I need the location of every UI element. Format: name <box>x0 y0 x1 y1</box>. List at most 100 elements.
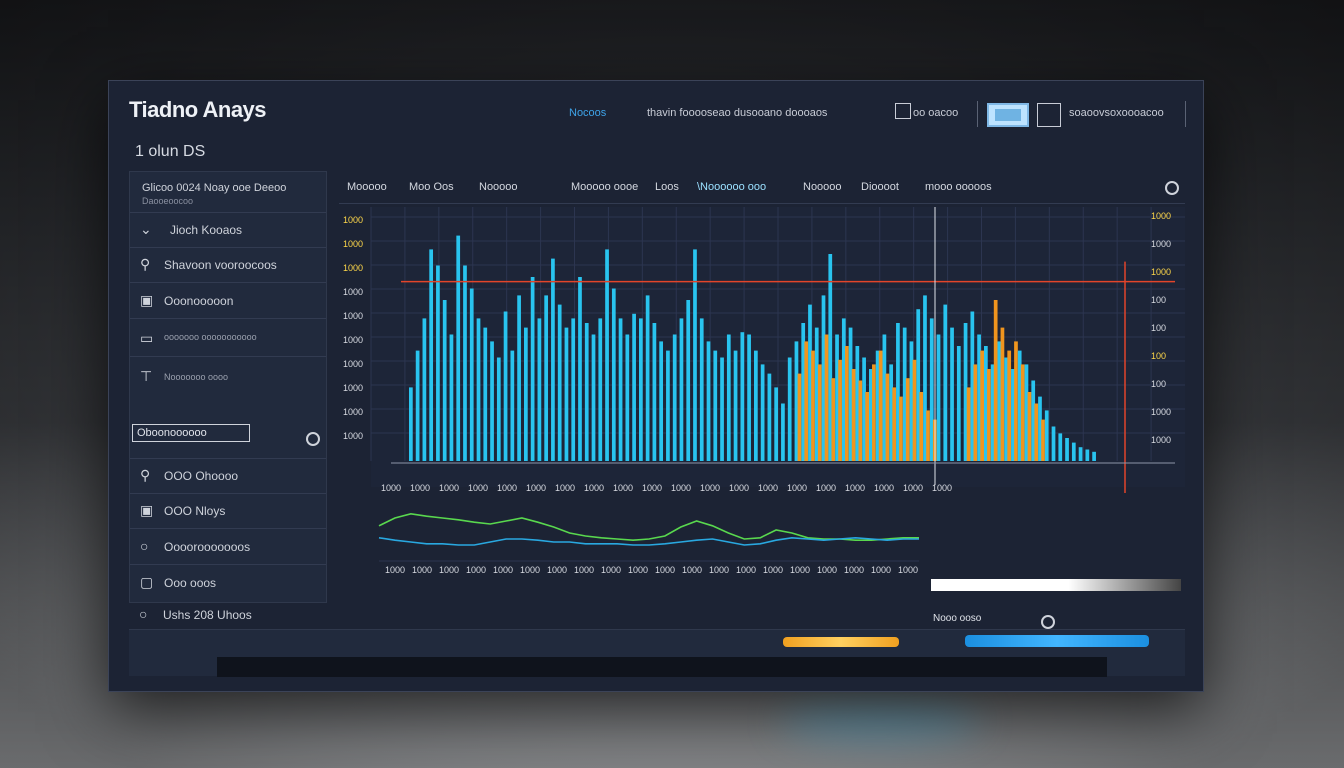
right-panel-radio[interactable] <box>1041 615 1055 629</box>
slider-icon: ⊤ <box>140 368 153 384</box>
tab-2[interactable]: Nooooo <box>479 181 518 193</box>
preview-thumbnail-fill <box>995 109 1021 121</box>
chart-bar <box>639 318 643 461</box>
tab-3[interactable]: Mooooo oooe <box>571 181 638 193</box>
tab-1[interactable]: Moo Oos <box>409 181 454 193</box>
range-gradient-bar[interactable] <box>931 579 1181 591</box>
chart-bar <box>632 313 636 461</box>
chart-bar <box>557 304 562 461</box>
chart-bar <box>611 288 616 461</box>
chart-y-tick-label: 1000 <box>343 383 363 393</box>
chart-bar <box>713 350 718 461</box>
grid-icon[interactable] <box>895 103 911 119</box>
tab-5[interactable]: \Noooooo ooo <box>697 181 766 193</box>
right-panel-label: Nooo ooso <box>933 613 982 624</box>
tab-7[interactable]: Dioooot <box>861 181 899 193</box>
preview-thumbnail[interactable] <box>987 103 1029 127</box>
chart-x-tick-label: 1000 <box>758 483 778 493</box>
chart-bar-orange <box>905 378 910 461</box>
chart-bar <box>699 318 704 461</box>
sidebar-item-8[interactable]: ○ Ushs 208 Uhoos <box>129 601 325 629</box>
chart-bar <box>767 373 772 461</box>
chart-bar <box>659 341 664 461</box>
chart-bar <box>1058 433 1063 461</box>
chart-bar-orange <box>1041 419 1045 461</box>
chart-x-tick-label: 1000 <box>613 483 633 493</box>
chart-bar-orange <box>993 300 998 461</box>
lower-chart-x-tick-label: 1000 <box>844 565 864 575</box>
chart-bar-orange <box>858 380 863 461</box>
sidebar-item-label: Nooooooo oooo <box>164 372 229 382</box>
app-title: Tiadno Anays <box>129 97 267 122</box>
chart-bar <box>666 350 670 461</box>
chart-bar <box>415 350 420 461</box>
header-text: thavin fooooseao dusooano doooaos <box>647 107 828 119</box>
lower-chart-x-tick-label: 1000 <box>682 565 702 575</box>
sidebar-header-item[interactable]: ⌄ Jioch Kooaos <box>130 212 326 248</box>
chart-bar-orange <box>912 359 917 461</box>
chart-x-tick-label: 1000 <box>642 483 662 493</box>
chart-bar-orange <box>899 396 903 461</box>
orange-range-pill[interactable] <box>783 637 899 647</box>
chart-bar <box>436 265 440 461</box>
chart-right-y-tick-label: 100 <box>1151 295 1166 305</box>
circle-icon: ○ <box>140 538 149 554</box>
chart-bar <box>503 311 508 461</box>
chart-bar <box>1071 442 1076 461</box>
header-user[interactable]: soaoovsoxoooacoo <box>1069 107 1164 119</box>
chart-bar <box>584 323 589 461</box>
horizontal-scrollbar[interactable] <box>217 657 1107 677</box>
selected-filter-box[interactable]: Oboonoooooo <box>132 424 250 442</box>
tab-bar-radio[interactable] <box>1165 181 1179 195</box>
chart-bar <box>618 318 623 461</box>
sidebar-item-5[interactable]: ▣ OOO Nloys <box>130 494 326 529</box>
filter-radio[interactable] <box>306 432 320 446</box>
lower-chart-x-tick-label: 1000 <box>763 565 783 575</box>
sidebar-item-3[interactable]: ⊤ Nooooooo oooo <box>130 358 326 412</box>
header-link[interactable]: Nocoos <box>569 107 606 119</box>
camera-icon: ▣ <box>140 292 154 308</box>
sidebar-item-4[interactable]: ⚲ OOO Ohoooo <box>130 458 326 494</box>
chart-x-tick-label: 1000 <box>816 483 836 493</box>
sidebar-item-6[interactable]: ○ Oooorooooooos <box>130 530 326 565</box>
sidebar-item-label: Ooo ooos <box>164 576 217 590</box>
tab-8[interactable]: mooo ooooos <box>925 181 992 193</box>
sidebar-item-2[interactable]: ▭ ooooooo ooooooooooo <box>130 320 326 357</box>
sidebar-item-7[interactable]: ▢ Ooo ooos <box>130 566 326 600</box>
blue-range-pill[interactable] <box>965 635 1149 647</box>
sidebar-item-0[interactable]: ⚲ Shavoon vooroocoos <box>130 248 326 283</box>
chart-bar <box>645 295 650 461</box>
chart-bar <box>530 277 535 461</box>
chart-right-y-tick-label: 100 <box>1151 323 1166 333</box>
chart-bar <box>544 295 549 461</box>
chart-bar-orange <box>844 346 849 461</box>
chart-x-tick-label: 1000 <box>932 483 952 493</box>
chart-bar <box>1085 449 1090 461</box>
chart-y-tick-label: 1000 <box>343 287 363 297</box>
chevron-icon: ⌄ <box>140 221 152 237</box>
sidebar-item-label: Ooonooooon <box>164 294 234 308</box>
chart-y-tick-label: 1000 <box>343 431 363 441</box>
sidebar-top-subtext: Daooeoocoo <box>142 196 194 206</box>
chart-x-tick-label: 1000 <box>874 483 894 493</box>
chart-bar-orange <box>851 369 856 461</box>
chart-right-y-tick-label: 1000 <box>1151 407 1171 417</box>
chart-bar <box>524 327 528 461</box>
lower-chart-x-tick-label: 1000 <box>790 565 810 575</box>
tab-6[interactable]: Nooooo <box>803 181 842 193</box>
header-mode[interactable]: oo oacoo <box>913 107 958 119</box>
chart-bar <box>754 350 758 461</box>
chart-bar <box>551 258 555 461</box>
tab-4[interactable]: Loos <box>655 181 679 193</box>
lower-chart-x-tick-label: 1000 <box>655 565 675 575</box>
chart-x-tick-label: 1000 <box>787 483 807 493</box>
chart-x-tick-label: 1000 <box>700 483 720 493</box>
tab-bar: Mooooo Moo Oos Nooooo Mooooo oooe Loos \… <box>339 171 1185 204</box>
toggle-box[interactable] <box>1037 103 1061 127</box>
chart-x-tick-label: 1000 <box>584 483 604 493</box>
sidebar-item-1[interactable]: ▣ Ooonooooon <box>130 284 326 319</box>
chart-x-tick-label: 1000 <box>468 483 488 493</box>
chart-bar-orange <box>980 350 984 461</box>
tab-0[interactable]: Mooooo <box>347 181 387 193</box>
chart-bar-orange <box>872 364 876 461</box>
